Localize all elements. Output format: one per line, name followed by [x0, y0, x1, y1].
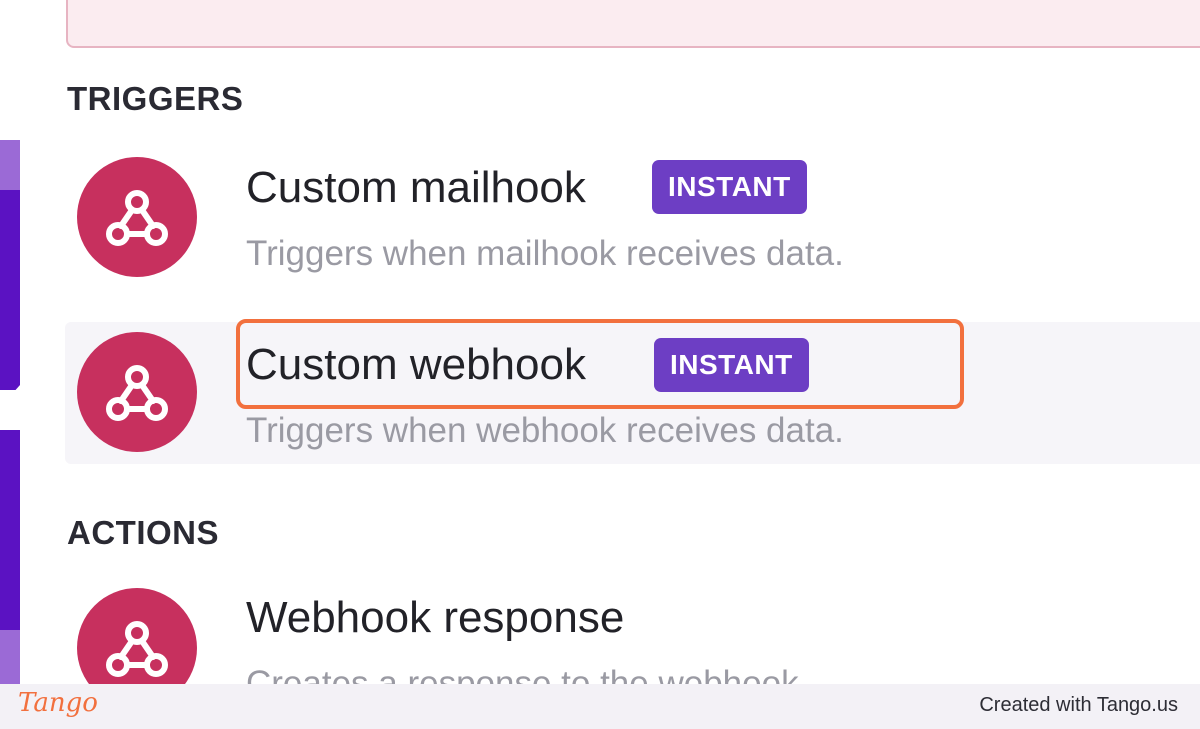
module-description: Triggers when mailhook receives data. — [246, 234, 844, 273]
step-highlight-box — [236, 319, 964, 409]
module-item-custom-mailhook[interactable]: Custom mailhook INSTANT Triggers when ma… — [65, 146, 1200, 288]
webhook-icon — [77, 588, 197, 684]
actions-heading: ACTIONS — [67, 514, 219, 551]
tango-logo: Tango — [18, 688, 98, 718]
module-picker-panel: TRIGGERS Custom mailhook INSTANT Trigger… — [20, 0, 1200, 684]
module-item-webhook-response[interactable]: Webhook response Creates a response to t… — [65, 580, 1200, 684]
footer-credit: Created with Tango.us — [979, 694, 1178, 716]
module-title: Custom mailhook — [246, 163, 586, 212]
footer-bar: Tango Created with Tango.us — [0, 684, 1200, 729]
webhook-icon — [77, 157, 197, 277]
webhook-icon — [77, 332, 197, 452]
instant-badge: INSTANT — [652, 160, 807, 214]
module-description: Triggers when webhook receives data. — [246, 411, 844, 450]
error-banner — [66, 0, 1200, 48]
module-title: Webhook response — [246, 593, 625, 642]
app-sidebar-edge — [0, 0, 20, 684]
module-description: Creates a response to the webhook. — [246, 664, 809, 684]
triggers-heading: TRIGGERS — [67, 80, 244, 117]
